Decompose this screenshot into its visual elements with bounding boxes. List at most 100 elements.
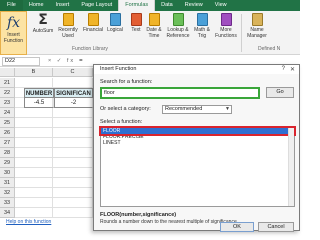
lookup-book-icon [172,13,184,26]
text-button[interactable]: Text [127,13,145,46]
math-trig-button[interactable]: Math & Trig [193,13,211,46]
column-header-b[interactable]: B [15,68,53,77]
tab-review[interactable]: Review [179,0,209,11]
financial-book-icon [87,13,99,26]
cell-b23-value[interactable]: -4.5 [24,98,54,108]
formula-input[interactable]: = [79,58,83,64]
cell-c23-value[interactable]: -2 [54,98,93,108]
ribbon-separator [241,14,242,52]
grid-cell[interactable] [15,158,53,168]
row-header[interactable]: 27 [0,138,15,148]
select-all-corner[interactable] [0,68,15,77]
row-header[interactable]: 31 [0,178,15,188]
grid-cell[interactable] [15,128,53,138]
date-time-button[interactable]: Date & Time [145,13,163,46]
select-function-label: Select a function: [100,119,143,125]
grid-cell[interactable] [15,108,53,118]
help-link[interactable]: Help on this function [6,219,51,225]
tab-insert[interactable]: Insert [50,0,76,11]
cancel-button[interactable]: Cancel [258,222,294,232]
row-header[interactable]: 24 [0,108,15,118]
list-item-linest[interactable]: LINEST [101,140,294,146]
grid-cell[interactable] [53,188,93,198]
math-book-icon [196,13,208,26]
row-header[interactable]: 25 [0,118,15,128]
more-functions-button[interactable]: More Functions [213,13,239,46]
logical-book-icon [109,13,121,26]
grid-cell[interactable] [15,168,53,178]
grid-cell[interactable] [15,78,53,88]
autosum-button[interactable]: Σ AutoSum [31,13,55,46]
grid-cell[interactable] [15,138,53,148]
tab-data[interactable]: Data [155,0,179,11]
grid-cell[interactable] [15,198,53,208]
name-box[interactable]: D22 [2,56,40,66]
recently-used-label: Recently Used [58,27,78,39]
tab-home[interactable]: Home [23,0,50,11]
formula-bar-icons[interactable]: × ✓ fx [48,58,75,64]
row-header[interactable]: 22 [0,88,15,98]
tab-view[interactable]: View [209,0,233,11]
close-icon[interactable]: ✕ [290,66,295,73]
grid-cell[interactable] [53,148,93,158]
grid-cell[interactable] [53,178,93,188]
grid-cell[interactable] [15,118,53,128]
row-header[interactable]: 26 [0,128,15,138]
function-list-scrollbar[interactable] [288,128,294,206]
lookup-reference-label: Lookup & Reference [166,27,190,39]
name-manager-label: Name Manager [247,27,267,39]
grid-cell[interactable] [53,168,93,178]
financial-label: Financial [82,27,103,33]
row-header[interactable]: 23 [0,98,15,108]
row-header[interactable]: 34 [0,208,15,218]
ribbon: fx Insert Function Σ AutoSum Recently Us… [0,11,300,55]
function-list[interactable]: FLOOR FLOOR.PRECISE LINEST [99,126,296,207]
grid-cell[interactable] [53,78,93,88]
lookup-reference-button[interactable]: Lookup & Reference [164,13,192,46]
ok-button[interactable]: OK [220,222,254,232]
date-time-book-icon [148,13,160,26]
sigma-icon: Σ [38,12,48,28]
function-description: Rounds a number down to the nearest mult… [100,219,239,225]
grid-cell[interactable] [53,108,93,118]
tab-formulas[interactable]: Formulas [118,0,156,11]
row-header[interactable]: 21 [0,78,15,88]
grid-cell[interactable] [15,208,53,218]
column-header-c[interactable]: C [53,68,93,77]
grid-cell[interactable] [53,198,93,208]
grid-cell[interactable] [53,208,93,218]
tab-file[interactable]: File [0,0,23,11]
autosum-label: AutoSum [32,28,54,34]
row-header[interactable]: 33 [0,198,15,208]
insert-function-label: Insert Function [3,32,24,44]
tab-page-layout[interactable]: Page Layout [75,0,118,11]
function-library-label: Function Library [72,46,108,52]
cell-c22-header[interactable]: SIGNIFICAN [54,88,93,98]
search-input[interactable]: floor [100,87,260,99]
cell-b22-header[interactable]: NUMBER [24,88,54,98]
recently-used-button[interactable]: Recently Used [56,13,80,46]
logical-button[interactable]: Logical [105,13,125,46]
row-header[interactable]: 32 [0,188,15,198]
grid-cell[interactable] [53,138,93,148]
financial-button[interactable]: Financial [81,13,105,46]
grid-cell[interactable] [15,178,53,188]
grid-cell[interactable] [53,158,93,168]
insert-function-button[interactable]: fx Insert Function [0,11,27,55]
math-trig-label: Math & Trig [194,27,210,39]
name-manager-button[interactable]: Name Manager [244,13,270,46]
grid-cell[interactable] [15,148,53,158]
row-header[interactable]: 30 [0,168,15,178]
row-header[interactable]: 29 [0,158,15,168]
logical-label: Logical [107,27,123,33]
grid-cell[interactable] [15,188,53,198]
grid-cell[interactable] [53,118,93,128]
row-header[interactable]: 28 [0,148,15,158]
function-syntax: FLOOR(number,significance) [100,212,177,218]
ribbon-tabs: File Home Insert Page Layout Formulas Da… [0,0,300,11]
insert-function-dialog: Insert Function ? ✕ Search for a functio… [93,64,300,232]
help-icon[interactable]: ? [282,66,285,72]
grid-cell[interactable] [53,128,93,138]
go-button[interactable]: Go [266,87,294,98]
category-select[interactable]: Recommended ▼ [162,105,232,114]
